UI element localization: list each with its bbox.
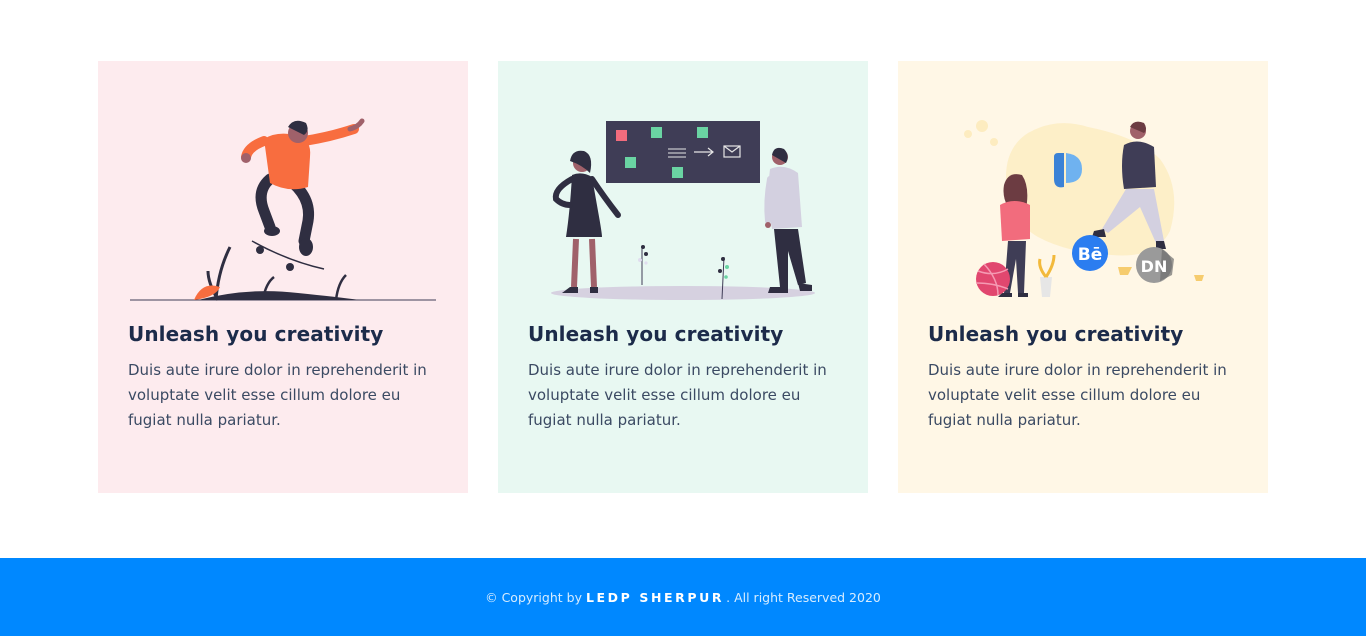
footer: © Copyright by LEDP SHERPUR . All right … [0,558,1366,636]
card-description: Duis aute irure dolor in reprehenderit i… [928,361,1227,429]
feature-card: Unleash you creativity Duis aute irure d… [98,61,468,493]
feature-card: Bē DN Unleash you creativity Duis aute i… [898,61,1268,493]
card-title: Unleash you creativity [528,322,784,346]
card-description: Duis aute irure dolor in reprehenderit i… [528,361,827,429]
social-people-illustration: Bē DN [964,120,1204,297]
behance-icon: Bē [1078,245,1103,265]
card-title: Unleash you creativity [928,322,1184,346]
copyright-brand: LEDP SHERPUR [585,589,725,605]
copyright-prefix: © Copyright by [485,589,582,605]
feature-card: Unleash you creativity Duis aute irure d… [498,61,868,493]
team-board-illustration [551,121,815,300]
card-description: Duis aute irure dolor in reprehenderit i… [128,361,427,429]
copyright-suffix: . All right Reserved 2020 [726,589,881,605]
card-title: Unleash you creativity [128,322,384,346]
features-section: Unleash you creativity Duis aute irure d… [0,0,1366,558]
designer-news-icon: DN [1141,257,1168,276]
skateboarder-illustration [130,118,436,301]
